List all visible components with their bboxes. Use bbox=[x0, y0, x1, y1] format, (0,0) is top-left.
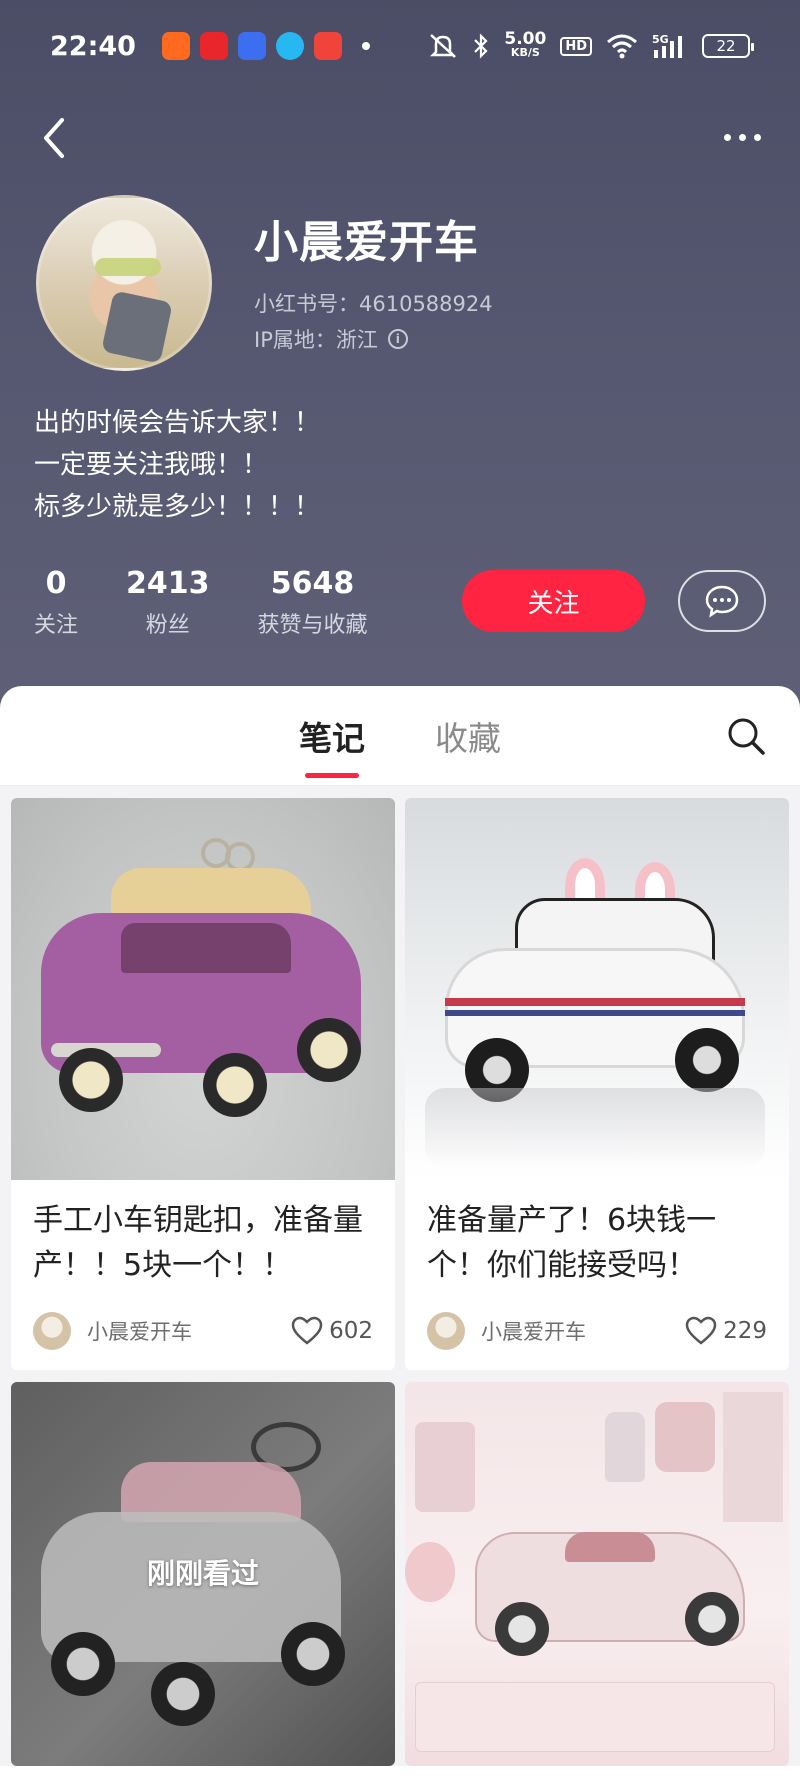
wifi-icon bbox=[607, 34, 637, 59]
hd-badge: HD bbox=[560, 36, 592, 56]
signal-icon: 5G bbox=[652, 33, 682, 58]
ip-location-text: IP属地：浙江 bbox=[254, 328, 378, 352]
news-app-icon bbox=[199, 32, 228, 60]
follow-button[interactable]: 关注 bbox=[462, 570, 645, 632]
like-count: 602 bbox=[329, 1318, 373, 1344]
stat-label: 获赞与收藏 bbox=[257, 613, 368, 638]
more-icon bbox=[723, 133, 731, 141]
qq-app-icon bbox=[275, 32, 304, 60]
note-cover-image bbox=[405, 798, 789, 1180]
stat-value: 5648 bbox=[270, 566, 355, 601]
svg-text:5G: 5G bbox=[652, 33, 669, 46]
profile-avatar[interactable] bbox=[36, 195, 212, 371]
message-button[interactable] bbox=[678, 570, 766, 632]
more-notifications-dot bbox=[361, 42, 370, 50]
like-button[interactable]: 229 bbox=[685, 1316, 767, 1346]
note-footer: 小晨爱开车 229 bbox=[405, 1312, 789, 1370]
note-card[interactable]: 准备量产了！6块钱一个！你们能接受吗！ 小晨爱开车 229 bbox=[405, 798, 789, 1370]
author-avatar bbox=[33, 1312, 71, 1350]
more-button[interactable] bbox=[714, 114, 770, 160]
bio-line: 标多少就是多少！！！！ bbox=[34, 492, 321, 522]
author-avatar bbox=[427, 1312, 465, 1350]
note-footer: 小晨爱开车 602 bbox=[11, 1312, 395, 1370]
notes-panel: 笔记 收藏 手工小车钥匙扣，准备量产！！5块一个！！ 小晨爱开车 602 准备量… bbox=[0, 686, 800, 1787]
red-id: 小红书号：4610588924 bbox=[254, 292, 493, 316]
bluetooth-icon bbox=[474, 33, 488, 59]
search-button[interactable] bbox=[726, 716, 766, 756]
notification-icons bbox=[161, 32, 370, 60]
author-name: 小晨爱开车 bbox=[481, 1320, 586, 1344]
note-card[interactable] bbox=[405, 1382, 789, 1766]
like-count: 229 bbox=[723, 1318, 767, 1344]
stat-value: 0 bbox=[45, 566, 67, 601]
profile-name: 小晨爱开车 bbox=[254, 217, 479, 268]
ip-location: IP属地：浙江 i bbox=[254, 324, 408, 354]
note-card[interactable]: 刚刚看过 bbox=[11, 1382, 395, 1766]
stat-label: 关注 bbox=[34, 613, 79, 638]
bio-line: 一定要关注我哦！！ bbox=[34, 450, 269, 480]
mute-icon bbox=[430, 34, 457, 58]
shopping-app-icon bbox=[313, 32, 342, 60]
recently-viewed-label: 刚刚看过 bbox=[146, 1557, 259, 1590]
stat-label: 粉丝 bbox=[145, 613, 190, 638]
kuaishou-app-icon bbox=[161, 32, 190, 60]
heart-icon bbox=[685, 1316, 717, 1345]
note-title: 手工小车钥匙扣，准备量产！！5块一个！！ bbox=[33, 1203, 363, 1283]
note-title: 准备量产了！6块钱一个！你们能接受吗！ bbox=[427, 1203, 717, 1283]
bio-line: 出的时候会告诉大家！！ bbox=[34, 408, 321, 438]
tab-notes[interactable]: 笔记 bbox=[299, 712, 365, 778]
profile-bio: 出的时候会告诉大家！！ 一定要关注我哦！！ 标多少就是多少！！！！ bbox=[34, 402, 320, 528]
content-tabs: 笔记 收藏 bbox=[0, 686, 800, 786]
note-cover-image: 刚刚看过 bbox=[11, 1382, 395, 1766]
note-cover-image bbox=[11, 798, 395, 1180]
status-bar: 22:40 5.00 KB/S HD 5G 22 bbox=[0, 0, 800, 92]
note-card[interactable]: 手工小车钥匙扣，准备量产！！5块一个！！ 小晨爱开车 602 bbox=[11, 798, 395, 1370]
stat-likes-collects[interactable]: 5648 获赞与收藏 bbox=[258, 566, 368, 639]
chat-icon bbox=[705, 585, 739, 618]
info-icon[interactable]: i bbox=[387, 329, 408, 349]
stat-following[interactable]: 0 关注 bbox=[34, 566, 78, 639]
status-time: 22:40 bbox=[50, 30, 136, 62]
network-speed: 5.00 KB/S bbox=[504, 29, 547, 60]
stat-value: 2413 bbox=[126, 566, 210, 601]
baidu-app-icon bbox=[237, 32, 266, 60]
search-icon bbox=[728, 718, 765, 755]
tab-collections[interactable]: 收藏 bbox=[435, 712, 501, 760]
heart-icon bbox=[291, 1316, 323, 1345]
notes-grid: 手工小车钥匙扣，准备量产！！5块一个！！ 小晨爱开车 602 准备量产了！6块钱… bbox=[0, 786, 800, 1766]
profile-stats: 0 关注 2413 粉丝 5648 获赞与收藏 bbox=[34, 566, 416, 639]
back-icon bbox=[44, 118, 64, 158]
note-cover-image bbox=[405, 1382, 789, 1766]
stat-followers[interactable]: 2413 粉丝 bbox=[126, 566, 210, 639]
nav-bar bbox=[0, 92, 800, 182]
back-button[interactable] bbox=[36, 110, 80, 166]
like-button[interactable]: 602 bbox=[291, 1316, 373, 1346]
author-name: 小晨爱开车 bbox=[87, 1320, 192, 1344]
battery-indicator: 22 bbox=[702, 34, 754, 58]
